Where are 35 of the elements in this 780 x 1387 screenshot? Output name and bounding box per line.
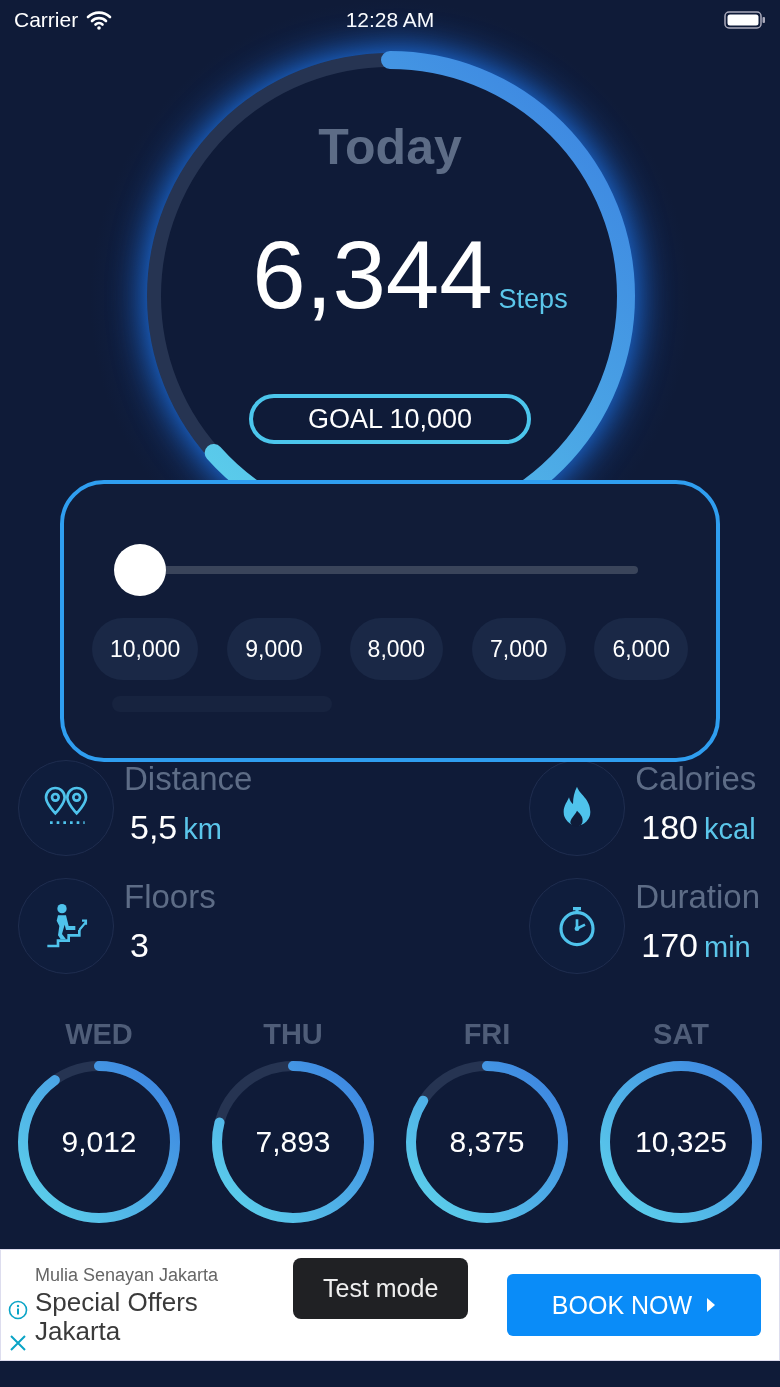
stat-value: 3 [130, 926, 149, 965]
goal-option[interactable]: 9,000 [227, 618, 321, 680]
stat-label: Distance [124, 760, 253, 798]
close-icon [9, 1334, 27, 1352]
day-label: WED [65, 1018, 133, 1051]
stat-unit: kcal [704, 813, 756, 846]
day-label: FRI [463, 1018, 511, 1051]
ad-headline: Special Offers Jakarta [35, 1287, 199, 1346]
goal-option[interactable]: 6,000 [594, 618, 688, 680]
goal-option[interactable]: 10,000 [92, 618, 199, 680]
day-step-count: 8,375 [449, 1125, 525, 1159]
status-time: 12:28 AM [344, 8, 436, 32]
caret-icon [706, 1297, 717, 1313]
stat-value: 5,5 [130, 808, 178, 847]
info-icon [8, 1300, 28, 1320]
stat-label: Floors [124, 878, 216, 916]
day-step-count: 9,012 [61, 1125, 137, 1159]
day-label: THU [263, 1018, 323, 1051]
day-step-count: 7,893 [255, 1125, 331, 1159]
slider-thumb[interactable] [114, 544, 166, 596]
stat-label: Duration [635, 878, 760, 916]
advertiser-name: Mulia Senayan Jakarta [35, 1264, 220, 1286]
stat-label: Calories [635, 760, 757, 798]
stat-value: 180 [641, 808, 698, 847]
day-label: SAT [653, 1018, 709, 1051]
stat-unit: km [183, 813, 222, 846]
carrier-name: Carrier [14, 8, 79, 32]
goal-option[interactable]: 7,000 [472, 618, 566, 680]
day-step-count: 10,325 [635, 1125, 727, 1159]
stat-value: 170 [641, 926, 698, 965]
stat-unit: min [704, 931, 751, 964]
wifi-icon [86, 10, 113, 30]
test-mode-badge: Test mode [293, 1258, 469, 1319]
battery-icon [724, 10, 766, 30]
goal-option[interactable]: 8,000 [349, 618, 444, 680]
